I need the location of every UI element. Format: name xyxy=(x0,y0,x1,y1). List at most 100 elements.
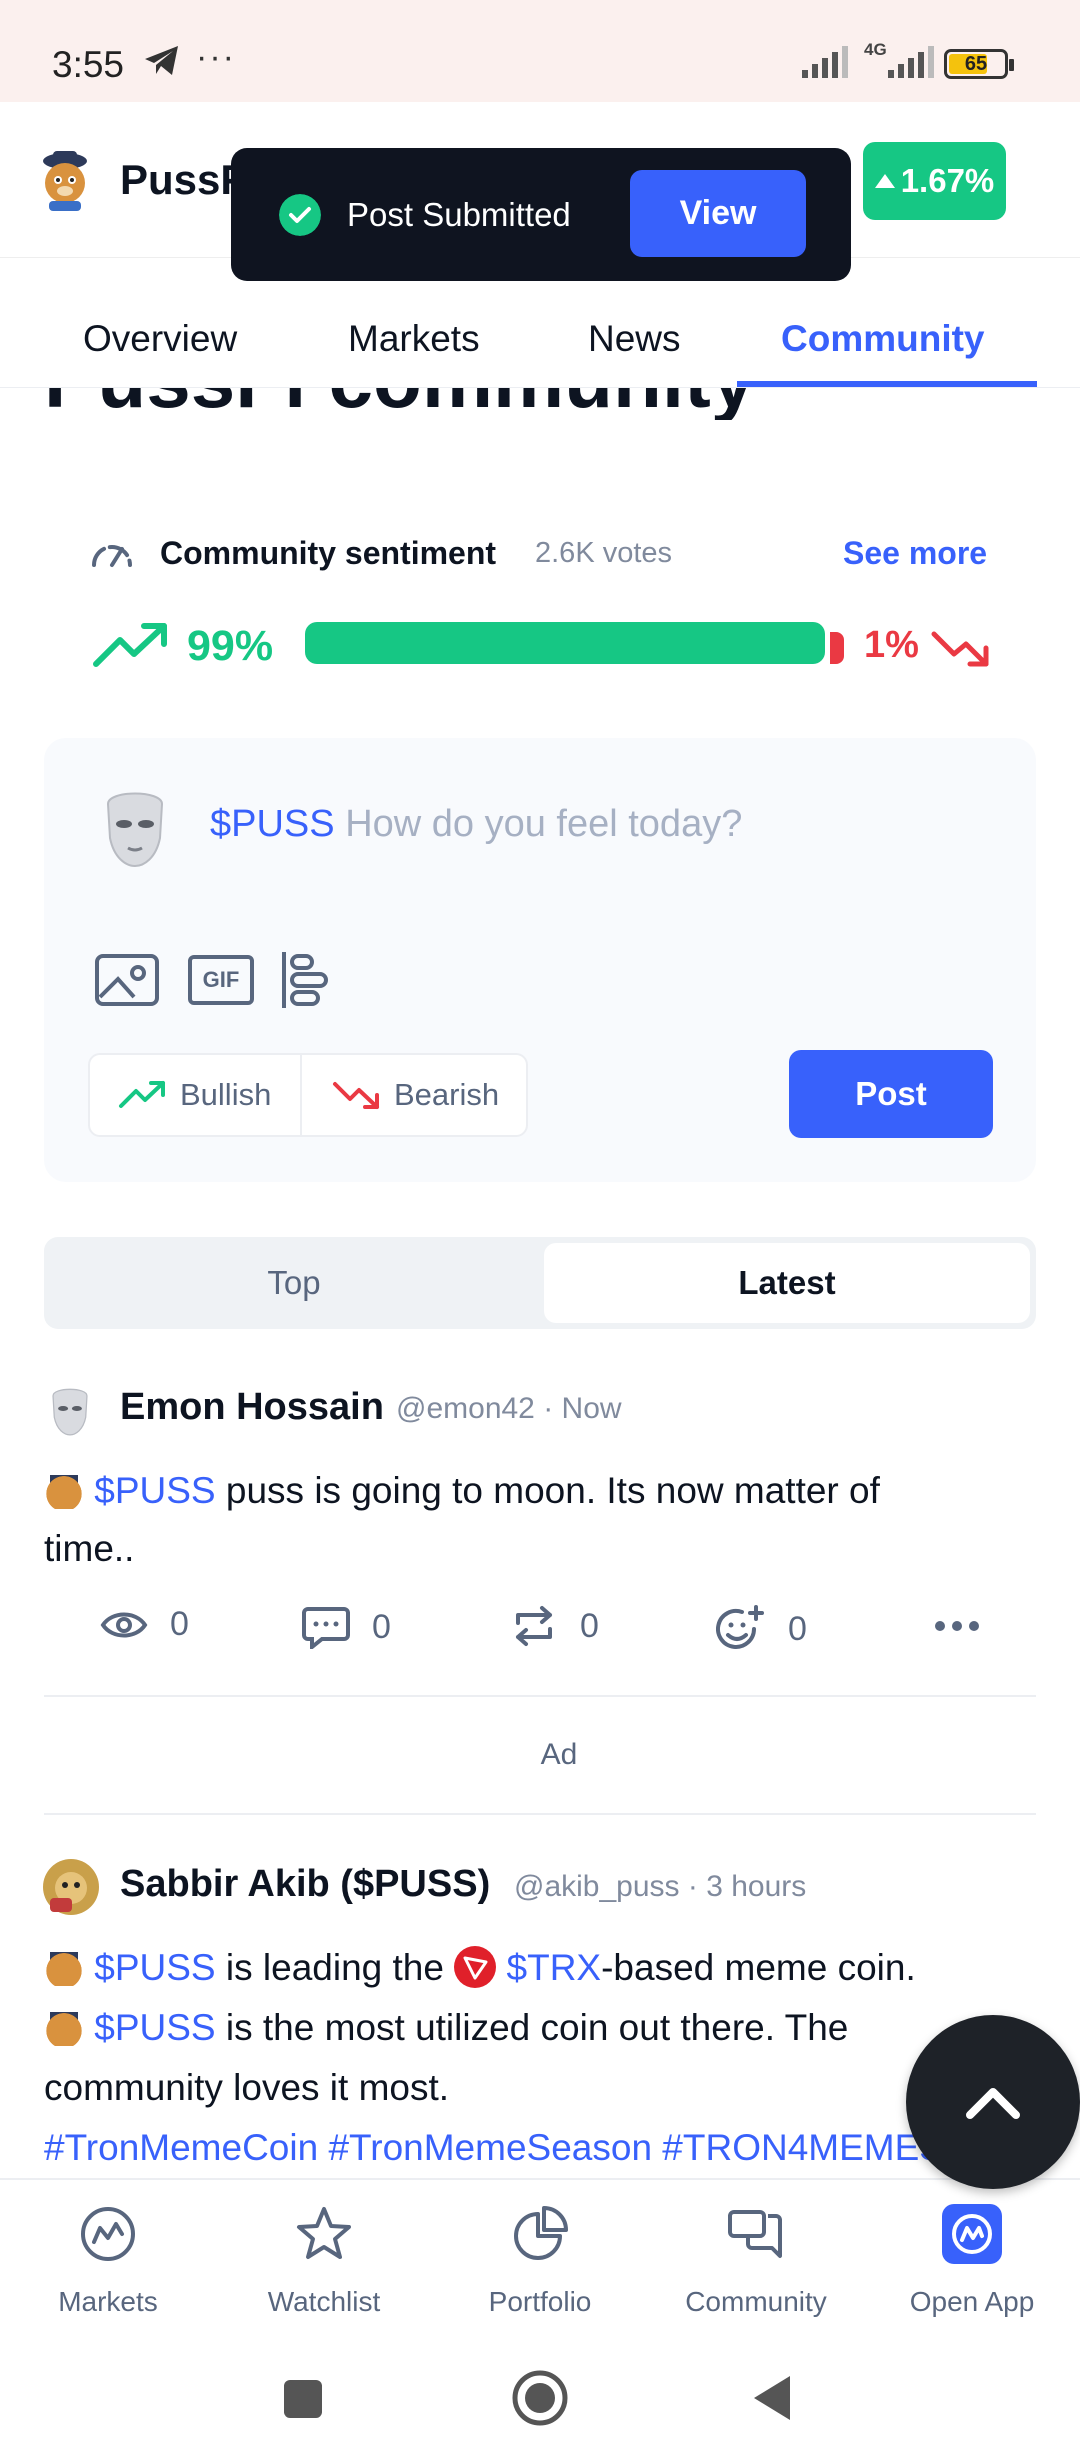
nav-label: Watchlist xyxy=(267,2286,381,2317)
scroll-to-top-button[interactable] xyxy=(906,2015,1080,2189)
gif-icon[interactable]: GIF xyxy=(188,955,254,1005)
price-change-badge[interactable]: 1.67% xyxy=(863,142,1006,220)
post-author-name[interactable]: Sabbir Akib ($PUSS) xyxy=(120,1863,490,1906)
user-avatar xyxy=(106,792,164,868)
post-time: 3 hours xyxy=(706,1870,807,1903)
comments-value: 0 xyxy=(372,1607,391,1646)
post-button[interactable]: Post xyxy=(789,1050,993,1138)
signal-icon xyxy=(802,46,848,78)
react-button[interactable]: 0 xyxy=(716,1605,807,1653)
gauge-icon xyxy=(92,545,132,567)
signal-icon-2 xyxy=(888,46,934,78)
pie-chart-icon xyxy=(514,2206,568,2260)
system-navigation-bar xyxy=(0,2340,1080,2460)
more-options-icon[interactable] xyxy=(934,1620,980,1632)
recents-button[interactable] xyxy=(284,2380,322,2418)
add-reaction-icon xyxy=(716,1605,764,1649)
back-button[interactable] xyxy=(752,2374,792,2422)
check-circle-icon xyxy=(279,194,321,236)
coin-logo-icon xyxy=(44,2006,84,2046)
divider xyxy=(44,1813,1036,1815)
post-placeholder: How do you feel today? xyxy=(345,803,743,845)
bullish-label: Bullish xyxy=(180,1077,272,1112)
post-body: $PUSS puss is going to moon. Its now mat… xyxy=(44,1462,1034,1578)
trx-tag[interactable]: $TRX xyxy=(507,1947,602,1988)
post-submitted-toast: Post Submitted View xyxy=(231,148,851,281)
bearish-percent: 1% xyxy=(864,624,919,666)
battery-icon: 65 xyxy=(944,49,1014,79)
ticker-tag[interactable]: $PUSS xyxy=(94,1947,215,1988)
sentiment-title: Community sentiment xyxy=(160,535,497,571)
post-text-line: puss is going to moon. Its now matter of xyxy=(215,1470,880,1511)
post-input[interactable]: $PUSS How do you feel today? xyxy=(210,803,742,846)
nav-watchlist[interactable]: Watchlist xyxy=(216,2180,432,2342)
post-text-line: community loves it most. xyxy=(44,2067,450,2108)
compose-card: $PUSS How do you feel today? GIF Bullish… xyxy=(44,738,1036,1182)
repost-button[interactable]: 0 xyxy=(510,1605,599,1647)
nav-markets[interactable]: Markets xyxy=(0,2180,216,2342)
post-body: $PUSS is leading the $TRX-based meme coi… xyxy=(44,1938,1034,2178)
more-notifications-icon: ··· xyxy=(196,38,236,76)
nav-open-app[interactable]: Open App xyxy=(864,2180,1080,2342)
nav-label: Community xyxy=(685,2286,827,2317)
network-type: 4G xyxy=(864,40,887,59)
nav-portfolio[interactable]: Portfolio xyxy=(432,2180,648,2342)
post-time: Now xyxy=(561,1392,622,1425)
bearish-button[interactable]: Bearish xyxy=(300,1053,528,1137)
poll-icon[interactable] xyxy=(280,950,330,1010)
markets-icon xyxy=(81,2207,135,2261)
sort-latest-option[interactable]: Latest xyxy=(544,1243,1030,1323)
active-tab-indicator xyxy=(737,381,1037,387)
status-time: 3:55 xyxy=(52,44,125,85)
coin-logo-icon xyxy=(43,151,87,211)
post-handle: @emon42 xyxy=(396,1392,535,1425)
post-author-avatar xyxy=(52,1388,88,1436)
bullish-button[interactable]: Bullish xyxy=(88,1053,302,1137)
home-button[interactable] xyxy=(512,2370,568,2426)
star-icon xyxy=(297,2207,351,2259)
coin-logo-icon xyxy=(44,1946,84,1986)
comment-button[interactable]: 0 xyxy=(302,1605,391,1649)
chat-bubbles-icon xyxy=(728,2210,782,2258)
sort-top-option[interactable]: Top xyxy=(50,1243,538,1323)
see-more-link[interactable]: See more xyxy=(843,535,987,572)
tab-markets[interactable]: Markets xyxy=(348,318,480,360)
hashtags[interactable]: #TronMemeCoin #TronMemeSeason #TRON4MEME… xyxy=(44,2127,944,2168)
tron-icon xyxy=(454,1946,497,1988)
trending-up-icon xyxy=(119,1081,165,1108)
repost-icon xyxy=(516,1606,552,1646)
post-text-line: is the most utilized coin out there. The xyxy=(215,2007,849,2048)
trending-down-icon xyxy=(333,1082,379,1109)
toast-view-button[interactable]: View xyxy=(630,170,806,257)
sort-toggle: Top Latest xyxy=(44,1237,1036,1329)
views-count: 0 xyxy=(100,1605,189,1644)
post-author-avatar xyxy=(43,1859,99,1915)
reposts-value: 0 xyxy=(580,1606,599,1645)
post-author-name[interactable]: Emon Hossain xyxy=(120,1386,384,1429)
post-text-line: time.. xyxy=(44,1528,135,1569)
trending-up-icon xyxy=(93,623,167,667)
caret-up-icon xyxy=(874,174,895,188)
comment-icon xyxy=(302,1607,350,1649)
eye-icon xyxy=(100,1612,148,1637)
nav-label: Markets xyxy=(58,2286,158,2317)
tab-news[interactable]: News xyxy=(588,318,681,360)
post-text-line: -based meme coin. xyxy=(601,1947,916,1988)
tab-overview[interactable]: Overview xyxy=(83,318,237,360)
battery-level: 65 xyxy=(964,53,988,75)
ticker-tag[interactable]: $PUSS xyxy=(94,1470,215,1511)
nav-community[interactable]: Community xyxy=(648,2180,864,2342)
ticker-tag[interactable]: $PUSS xyxy=(94,2007,215,2048)
post-handle-time: @akib_puss · 3 hours xyxy=(514,1870,807,1903)
image-icon[interactable] xyxy=(94,953,160,1007)
telegram-icon xyxy=(145,46,178,75)
price-change-value: 1.67% xyxy=(900,162,995,199)
status-bar: 3:55 ··· 4G 65 xyxy=(0,0,1080,102)
bullish-bar xyxy=(305,622,825,664)
post-handle: @akib_puss xyxy=(514,1870,680,1903)
toast-message: Post Submitted xyxy=(347,196,571,233)
tab-community[interactable]: Community xyxy=(781,318,985,360)
bearish-bar xyxy=(830,632,844,664)
ticker-tag: $PUSS xyxy=(210,803,335,845)
bottom-navigation: Markets Watchlist Portfolio Community Op… xyxy=(0,2178,1080,2340)
